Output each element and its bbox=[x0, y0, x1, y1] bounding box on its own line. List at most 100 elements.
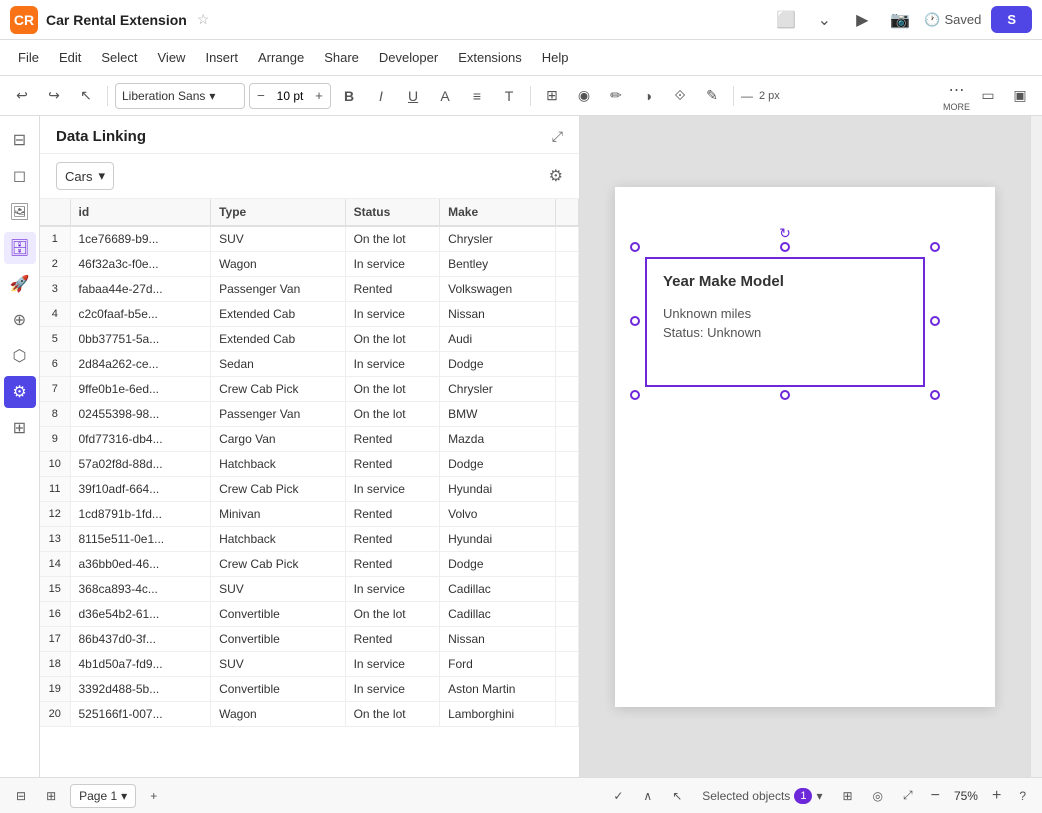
table-row[interactable]: 1 1ce76689-b9... SUV On the lot Chrysler bbox=[40, 226, 579, 252]
table-row[interactable]: 3 fabaa44e-27d... Passenger Van Rented V… bbox=[40, 277, 579, 302]
table-row[interactable]: 15 368ca893-4c... SUV In service Cadilla… bbox=[40, 577, 579, 602]
chevron-up-icon[interactable]: ∧ bbox=[637, 787, 658, 805]
page-selector[interactable]: Page 1 ▾ bbox=[70, 784, 136, 808]
table-row[interactable]: 8 02455398-98... Passenger Van On the lo… bbox=[40, 402, 579, 427]
help-icon: ? bbox=[1019, 789, 1026, 803]
cell-status: Rented bbox=[345, 452, 440, 477]
saved-button[interactable]: 🕐 Saved bbox=[924, 12, 981, 28]
handle-bottom-left[interactable] bbox=[630, 390, 640, 400]
underline-button[interactable]: U bbox=[399, 82, 427, 110]
handle-right[interactable] bbox=[930, 316, 940, 326]
sidebar-icon-layers[interactable]: ⊞ bbox=[4, 412, 36, 444]
frame-button[interactable]: ⊞ bbox=[538, 82, 566, 110]
table-row[interactable]: 18 4b1d50a7-fd9... SUV In service Ford bbox=[40, 652, 579, 677]
chevron-down-icon[interactable]: ⌄ bbox=[810, 6, 838, 34]
sidebar-icon-data[interactable]: 🗄 bbox=[4, 232, 36, 264]
data-panel-controls: Cars ▾ ⚙ bbox=[40, 154, 579, 199]
sidebar-icon-rocket[interactable]: 🚀 bbox=[4, 268, 36, 300]
handle-bottom[interactable] bbox=[780, 390, 790, 400]
table-row[interactable]: 7 9ffe0b1e-6ed... Crew Cab Pick On the l… bbox=[40, 377, 579, 402]
sidebar-icon-images[interactable]: 🖼 bbox=[4, 196, 36, 228]
zoom-in-button[interactable]: + bbox=[988, 787, 1005, 805]
table-row[interactable]: 12 1cd8791b-1fd... Minivan Rented Volvo bbox=[40, 502, 579, 527]
table-selector[interactable]: Cars ▾ bbox=[56, 162, 114, 190]
opacity-button[interactable]: ◑ bbox=[634, 82, 662, 110]
menu-extensions[interactable]: Extensions bbox=[450, 46, 530, 69]
italic-button[interactable]: I bbox=[367, 82, 395, 110]
menu-select[interactable]: Select bbox=[93, 46, 145, 69]
handle-left[interactable] bbox=[630, 316, 640, 326]
pen-button[interactable]: ✎ bbox=[698, 82, 726, 110]
fill-button[interactable]: ◉ bbox=[570, 82, 598, 110]
table-row[interactable]: 10 57a02f8d-88d... Hatchback Rented Dodg… bbox=[40, 452, 579, 477]
selected-objects-button[interactable]: Selected objects 1 ▾ bbox=[696, 786, 828, 806]
table-row[interactable]: 13 8115e511-0e1... Hatchback Rented Hyun… bbox=[40, 527, 579, 552]
layers-button[interactable]: ⊞ bbox=[836, 787, 858, 805]
fullscreen-button[interactable]: ⤢ bbox=[897, 786, 919, 805]
table-row[interactable]: 4 c2c0faaf-b5e... Extended Cab In servic… bbox=[40, 302, 579, 327]
font-color-button[interactable]: A bbox=[431, 82, 459, 110]
table-row[interactable]: 11 39f10adf-664... Crew Cab Pick In serv… bbox=[40, 477, 579, 502]
add-page-button[interactable]: + bbox=[144, 787, 163, 805]
table-row[interactable]: 14 a36bb0ed-46... Crew Cab Pick Rented D… bbox=[40, 552, 579, 577]
grid-view-button[interactable]: ⊞ bbox=[40, 787, 62, 805]
sidebar-icon-pages[interactable]: ⊟ bbox=[4, 124, 36, 156]
help-button[interactable]: ? bbox=[1013, 787, 1032, 805]
cell-make: Dodge bbox=[440, 352, 556, 377]
check-button[interactable]: ✓ bbox=[607, 787, 629, 805]
star-icon[interactable]: ☆ bbox=[197, 11, 210, 28]
pages-panel-button[interactable]: ⊟ bbox=[10, 787, 32, 805]
table-row[interactable]: 19 3392d488-5b... Convertible In service… bbox=[40, 677, 579, 702]
menu-insert[interactable]: Insert bbox=[197, 46, 246, 69]
font-selector[interactable]: Liberation Sans ▾ bbox=[115, 83, 245, 109]
table-row[interactable]: 9 0fd77316-db4... Cargo Van Rented Mazda bbox=[40, 427, 579, 452]
font-size-increase[interactable]: + bbox=[308, 83, 330, 109]
text-style-button[interactable]: T bbox=[495, 82, 523, 110]
handle-top-left[interactable] bbox=[630, 242, 640, 252]
menu-edit[interactable]: Edit bbox=[51, 46, 89, 69]
play-icon[interactable]: ▶ bbox=[848, 6, 876, 34]
handle-top-right[interactable] bbox=[930, 242, 940, 252]
sidebar-icon-extensions[interactable]: ⬡ bbox=[4, 340, 36, 372]
menu-file[interactable]: File bbox=[10, 46, 47, 69]
table-row[interactable]: 17 86b437d0-3f... Convertible Rented Nis… bbox=[40, 627, 579, 652]
handle-bottom-right[interactable] bbox=[930, 390, 940, 400]
menu-developer[interactable]: Developer bbox=[371, 46, 446, 69]
align-button[interactable]: ≡ bbox=[463, 82, 491, 110]
panel-toggle-2[interactable]: ▣ bbox=[1006, 82, 1034, 110]
right-scrollbar[interactable] bbox=[1030, 116, 1042, 777]
cursor-tool[interactable]: ↖ bbox=[72, 82, 100, 110]
camera-icon[interactable]: 📷 bbox=[886, 6, 914, 34]
menu-arrange[interactable]: Arrange bbox=[250, 46, 312, 69]
sidebar-icon-shapes[interactable]: ◻ bbox=[4, 160, 36, 192]
gradient-button[interactable]: ⟐ bbox=[666, 82, 694, 110]
menu-share[interactable]: Share bbox=[316, 46, 367, 69]
table-row[interactable]: 6 2d84a262-ce... Sedan In service Dodge bbox=[40, 352, 579, 377]
sidebar-icon-settings[interactable]: ⚙ bbox=[4, 376, 36, 408]
data-table-wrap[interactable]: id Type Status Make 1 1ce76689-b9... SUV… bbox=[40, 199, 579, 777]
canvas-area[interactable]: ↻ Year Make Model Unknown miles Status: … bbox=[580, 116, 1030, 777]
menu-help[interactable]: Help bbox=[534, 46, 577, 69]
font-size-decrease[interactable]: − bbox=[250, 83, 272, 109]
bold-button[interactable]: B bbox=[335, 82, 363, 110]
redo-button[interactable]: ↪ bbox=[40, 82, 68, 110]
menu-view[interactable]: View bbox=[150, 46, 194, 69]
handle-top[interactable] bbox=[780, 242, 790, 252]
accessibility-button[interactable]: ◎ bbox=[867, 787, 889, 805]
zoom-out-button[interactable]: − bbox=[927, 787, 944, 805]
filter-button[interactable]: ⚙ bbox=[549, 166, 563, 186]
table-row[interactable]: 5 0bb37751-5a... Extended Cab On the lot… bbox=[40, 327, 579, 352]
expand-button[interactable]: ⤢ bbox=[552, 128, 563, 145]
undo-button[interactable]: ↩ bbox=[8, 82, 36, 110]
video-icon[interactable]: ⬜ bbox=[772, 6, 800, 34]
panel-toggle-1[interactable]: ▭ bbox=[974, 82, 1002, 110]
cursor-icon[interactable]: ↖ bbox=[666, 787, 688, 805]
rotate-handle[interactable]: ↻ bbox=[779, 225, 791, 242]
send-button[interactable]: S bbox=[991, 6, 1032, 33]
sidebar-icon-components[interactable]: ⊕ bbox=[4, 304, 36, 336]
more-button[interactable]: ⋯ MORE bbox=[943, 80, 970, 112]
table-row[interactable]: 20 525166f1-007... Wagon On the lot Lamb… bbox=[40, 702, 579, 727]
table-row[interactable]: 2 46f32a3c-f0e... Wagon In service Bentl… bbox=[40, 252, 579, 277]
table-row[interactable]: 16 d36e54b2-61... Convertible On the lot… bbox=[40, 602, 579, 627]
line-color-button[interactable]: ✏ bbox=[602, 82, 630, 110]
